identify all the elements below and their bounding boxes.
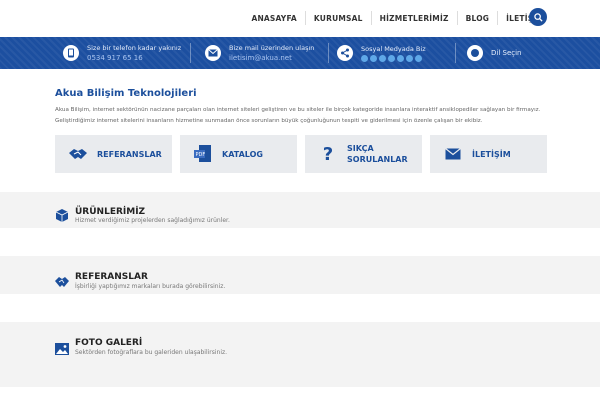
tile-katalog-label: KATALOG (222, 149, 263, 159)
tile-iletisim[interactable]: İLETİŞİM (430, 135, 547, 173)
tile-sss-line1: SIKÇA (347, 144, 374, 153)
mail-info: Bize mail üzerinden ulaşın iletisim@akua… (205, 37, 314, 69)
language-selector[interactable]: Dil Seçin (467, 37, 522, 69)
linkedin-icon[interactable] (388, 55, 395, 62)
tile-katalog[interactable]: PDF KATALOG (180, 135, 297, 173)
language-label: Dil Seçin (491, 49, 522, 57)
tile-referanslar[interactable]: REFERANSLAR (55, 135, 172, 173)
pdf-icon: PDF (192, 143, 214, 165)
nav-blog[interactable]: BLOG (458, 14, 498, 23)
section-urunler-title: ÜRÜNLERİMİZ (75, 207, 146, 217)
envelope-icon (442, 143, 464, 165)
phone-icon (63, 45, 79, 61)
share-icon (337, 45, 353, 61)
top-navigation: ANASAYFA KURUMSAL HİZMETLERİMİZ BLOG İLE… (0, 0, 600, 36)
section-referanslar-title: REFERANSLAR (75, 272, 148, 282)
nav-kurumsal[interactable]: KURUMSAL (306, 14, 371, 23)
svg-text:PDF: PDF (196, 152, 206, 158)
search-icon (533, 12, 543, 22)
section-referanslar[interactable]: REFERANSLAR İşbirliği yaptığımız markala… (0, 256, 600, 294)
info-divider (190, 43, 191, 63)
info-divider (328, 43, 329, 63)
mail-address[interactable]: iletisim@akua.net (229, 53, 314, 63)
section-galeri-subtitle: Sektörden fotoğraflara bu galeriden ulaş… (75, 349, 228, 356)
nav-anasayfa[interactable]: ANASAYFA (243, 14, 304, 23)
section-referanslar-subtitle: İşbirliği yaptığımız markaları burada gö… (75, 283, 226, 290)
main-menu: ANASAYFA KURUMSAL HİZMETLERİMİZ BLOG İLE… (243, 0, 552, 36)
twitter-icon[interactable] (370, 55, 377, 62)
box-icon (55, 209, 69, 222)
search-button[interactable] (529, 8, 547, 26)
tile-referanslar-label: REFERANSLAR (97, 149, 162, 159)
tile-sss-label: SIKÇA SORULANLAR (347, 143, 408, 165)
social-info: Sosyal Medyada Biz (337, 37, 426, 69)
phone-number[interactable]: 0534 917 65 16 (87, 53, 181, 63)
youtube-icon[interactable] (406, 55, 413, 62)
handshake-icon (67, 143, 89, 165)
globe-icon (467, 45, 483, 61)
image-icon (55, 343, 69, 355)
skype-icon[interactable] (415, 55, 422, 62)
mail-icon (205, 45, 221, 61)
mail-caption: Bize mail üzerinden ulaşın (229, 44, 315, 52)
info-divider (455, 43, 456, 63)
phone-caption: Size bir telefon kadar yakınız (87, 44, 182, 52)
tile-iletisim-label: İLETİŞİM (472, 149, 511, 159)
tile-sss[interactable]: ? SIKÇA SORULANLAR (305, 135, 422, 173)
contact-info-bar: Size bir telefon kadar yakınız 0534 917 … (0, 37, 600, 69)
question-icon: ? (322, 143, 334, 165)
instagram-icon[interactable] (397, 55, 404, 62)
tile-sss-line2: SORULANLAR (347, 155, 408, 164)
section-urunler[interactable]: ÜRÜNLERİMİZ Hizmet verdiğimiz projelerde… (0, 192, 600, 228)
nav-hizmetlerimiz[interactable]: HİZMETLERİMİZ (372, 14, 457, 23)
section-galeri-title: FOTO GALERİ (75, 338, 143, 348)
facebook-icon[interactable] (361, 55, 368, 62)
company-title: Akua Bilişim Teknolojileri (55, 88, 197, 99)
phone-info: Size bir telefon kadar yakınız 0534 917 … (63, 37, 181, 69)
social-links (361, 55, 426, 62)
company-description: Akua Bilişim, internet sektörünün naciza… (55, 107, 541, 124)
section-urunler-subtitle: Hizmet verdiğimiz projelerden sağladığım… (75, 217, 230, 224)
section-galeri[interactable]: FOTO GALERİ Sektörden fotoğraflara bu ga… (0, 322, 600, 387)
social-caption: Sosyal Medyada Biz (361, 45, 426, 53)
handshake-icon (55, 277, 69, 287)
google-plus-icon[interactable] (379, 55, 386, 62)
